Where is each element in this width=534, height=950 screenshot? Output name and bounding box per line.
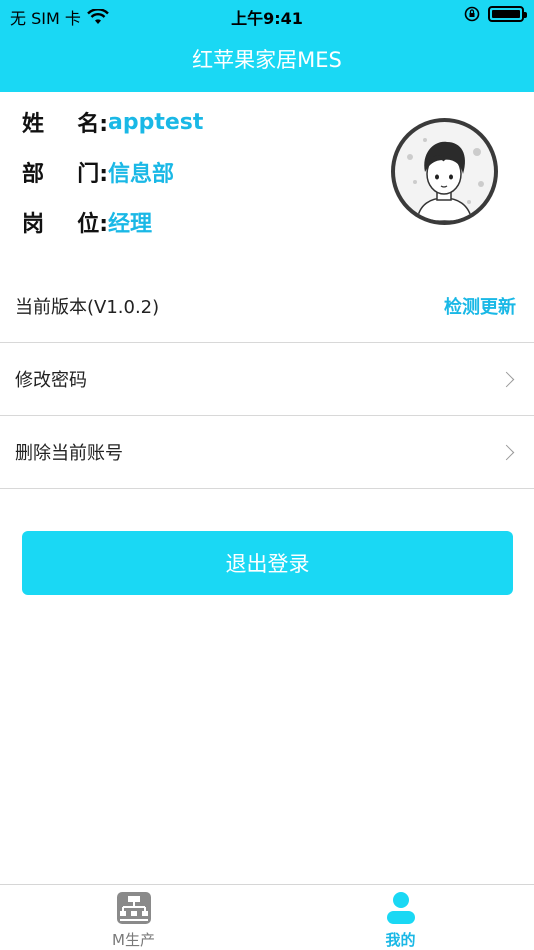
position-label: 岗 位: [22,212,108,237]
tab-production-label: M生产 [112,931,155,949]
change-password-label: 修改密码 [15,370,87,391]
tab-production[interactable]: M生产 [0,885,267,950]
version-label: 当前版本(V1.0.2) [15,297,160,318]
chevron-right-icon [498,371,515,387]
avatar[interactable] [391,118,498,225]
name-row: 姓 名: apptest [22,106,203,138]
tab-mine[interactable]: 我的 [267,885,534,950]
name-value: apptest [108,109,204,135]
chevron-right-icon [498,444,515,460]
department-value: 信息部 [108,162,175,187]
delete-account-label: 删除当前账号 [15,443,123,464]
change-password-item[interactable]: 修改密码 [0,343,534,416]
name-label: 姓 名: [22,112,108,137]
logout-button[interactable]: 退出登录 [22,531,513,595]
position-row: 岗 位: 经理 [22,206,152,238]
production-icon [116,892,151,924]
tab-mine-label: 我的 [385,931,416,949]
department-label: 部 门: [22,162,108,187]
orientation-lock-icon [464,6,480,22]
page-title: 红苹果家居MES [192,48,342,72]
check-update-button[interactable]: 检测更新 [444,293,516,319]
settings-menu: 当前版本(V1.0.2) 检测更新 修改密码 删除当前账号 [0,270,534,489]
version-row: 当前版本(V1.0.2) 检测更新 [0,270,534,343]
header-bar: 无 SIM 卡 上午9:41 红苹果家居MES [0,0,534,92]
delete-account-item[interactable]: 删除当前账号 [0,416,534,489]
battery-icon [488,6,527,22]
position-value: 经理 [108,212,153,237]
tab-bar: M生产 我的 [0,884,534,950]
department-row: 部 门: 信息部 [22,156,174,188]
user-avatar-icon [407,138,484,221]
status-bar: 无 SIM 卡 上午9:41 [0,0,534,30]
status-time: 上午9:41 [231,9,303,28]
user-icon [386,892,415,924]
status-right [464,6,527,22]
